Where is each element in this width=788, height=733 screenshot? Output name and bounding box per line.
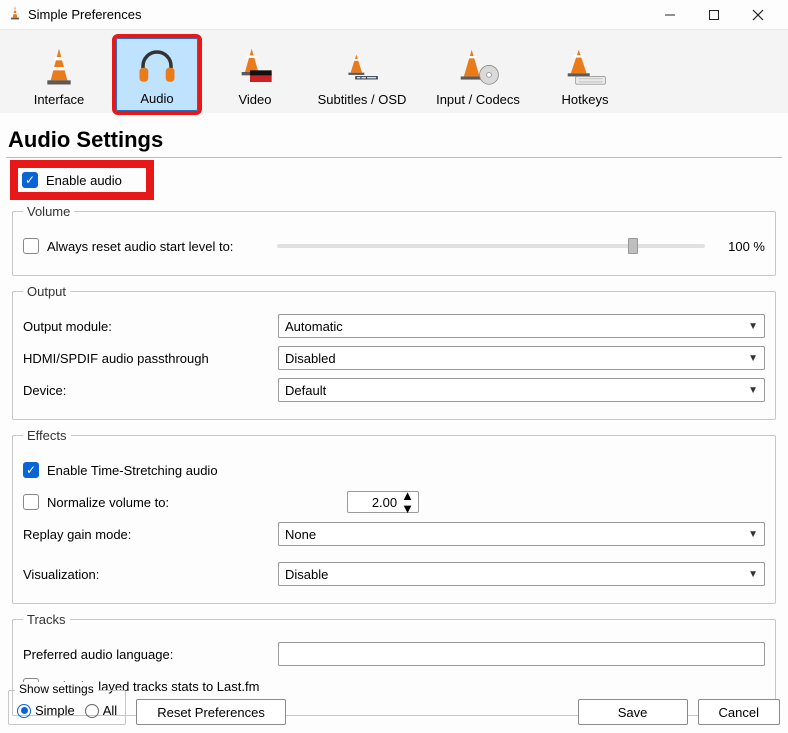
titlebar: Simple Preferences [0, 0, 788, 30]
maximize-button[interactable] [692, 1, 736, 29]
volume-fieldset: Volume Always reset audio start level to… [12, 204, 776, 276]
bottom-bar: Show settings Simple All Reset Preferenc… [8, 690, 780, 725]
passthrough-label: HDMI/SPDIF audio passthrough [23, 351, 278, 366]
time-stretch-label: Enable Time-Stretching audio [47, 463, 218, 478]
tab-label: Input / Codecs [436, 92, 520, 107]
disc-icon [456, 46, 500, 88]
enable-audio-row[interactable]: Enable audio [14, 164, 150, 196]
headphones-icon [136, 45, 178, 87]
volume-slider-thumb[interactable] [628, 238, 638, 254]
spinner-arrows-icon[interactable]: ▲▼ [401, 489, 414, 515]
tab-input-codecs[interactable]: Input / Codecs [428, 38, 528, 111]
enable-audio-label: Enable audio [46, 173, 122, 188]
radio-simple[interactable]: Simple [17, 703, 75, 718]
radio-all[interactable]: All [85, 703, 117, 718]
window-controls [648, 1, 780, 29]
tab-hotkeys[interactable]: Hotkeys [544, 38, 626, 111]
keyboard-icon [563, 46, 607, 88]
volume-percent-label: 100 % [715, 239, 765, 254]
output-legend: Output [23, 284, 70, 299]
preference-tabs: Interface Audio Video Subtitles / OSD In… [0, 30, 788, 113]
minimize-button[interactable] [648, 1, 692, 29]
window-title: Simple Preferences [28, 7, 648, 22]
preferred-lang-label: Preferred audio language: [23, 647, 278, 662]
volume-slider[interactable] [277, 244, 705, 248]
normalize-label: Normalize volume to: [47, 495, 347, 510]
divider [6, 157, 782, 158]
tab-label: Audio [140, 91, 173, 106]
device-select[interactable]: Default [278, 378, 765, 402]
output-module-select[interactable]: Automatic [278, 314, 765, 338]
effects-fieldset: Effects Enable Time-Stretching audio Nor… [12, 428, 776, 604]
tab-label: Subtitles / OSD [318, 92, 407, 107]
cancel-button[interactable]: Cancel [698, 699, 780, 725]
clapper-icon [235, 46, 275, 88]
tab-video[interactable]: Video [214, 38, 296, 111]
tab-audio[interactable]: Audio [116, 38, 198, 111]
tab-subtitles[interactable]: Subtitles / OSD [312, 38, 412, 111]
subtitles-icon [345, 46, 379, 88]
normalize-checkbox[interactable] [23, 494, 39, 510]
enable-audio-checkbox[interactable] [22, 172, 38, 188]
cone-icon [42, 46, 76, 88]
radio-icon [17, 704, 31, 718]
visualization-label: Visualization: [23, 567, 278, 582]
effects-legend: Effects [23, 428, 71, 443]
save-button[interactable]: Save [578, 699, 688, 725]
vlc-app-icon [8, 6, 22, 23]
radio-icon [85, 704, 99, 718]
reset-preferences-button[interactable]: Reset Preferences [136, 699, 286, 725]
show-settings-label: Show settings [15, 682, 98, 696]
output-module-label: Output module: [23, 319, 278, 334]
tab-label: Video [238, 92, 271, 107]
show-settings-group: Show settings Simple All [8, 690, 126, 725]
device-label: Device: [23, 383, 278, 398]
tracks-legend: Tracks [23, 612, 70, 627]
close-button[interactable] [736, 1, 780, 29]
tab-interface[interactable]: Interface [18, 38, 100, 111]
output-fieldset: Output Output module: Automatic HDMI/SPD… [12, 284, 776, 420]
replay-gain-label: Replay gain mode: [23, 527, 278, 542]
page-title: Audio Settings [8, 127, 788, 153]
replay-gain-select[interactable]: None [278, 522, 765, 546]
volume-legend: Volume [23, 204, 74, 219]
visualization-select[interactable]: Disable [278, 562, 765, 586]
normalize-spinner[interactable]: 2.00 ▲▼ [347, 491, 419, 513]
passthrough-select[interactable]: Disabled [278, 346, 765, 370]
form-area: Enable audio Volume Always reset audio s… [0, 164, 788, 716]
reset-level-checkbox[interactable] [23, 238, 39, 254]
tab-label: Hotkeys [562, 92, 609, 107]
time-stretch-checkbox[interactable] [23, 462, 39, 478]
reset-level-label: Always reset audio start level to: [47, 239, 267, 254]
preferred-lang-input[interactable] [278, 642, 765, 666]
tab-label: Interface [34, 92, 85, 107]
